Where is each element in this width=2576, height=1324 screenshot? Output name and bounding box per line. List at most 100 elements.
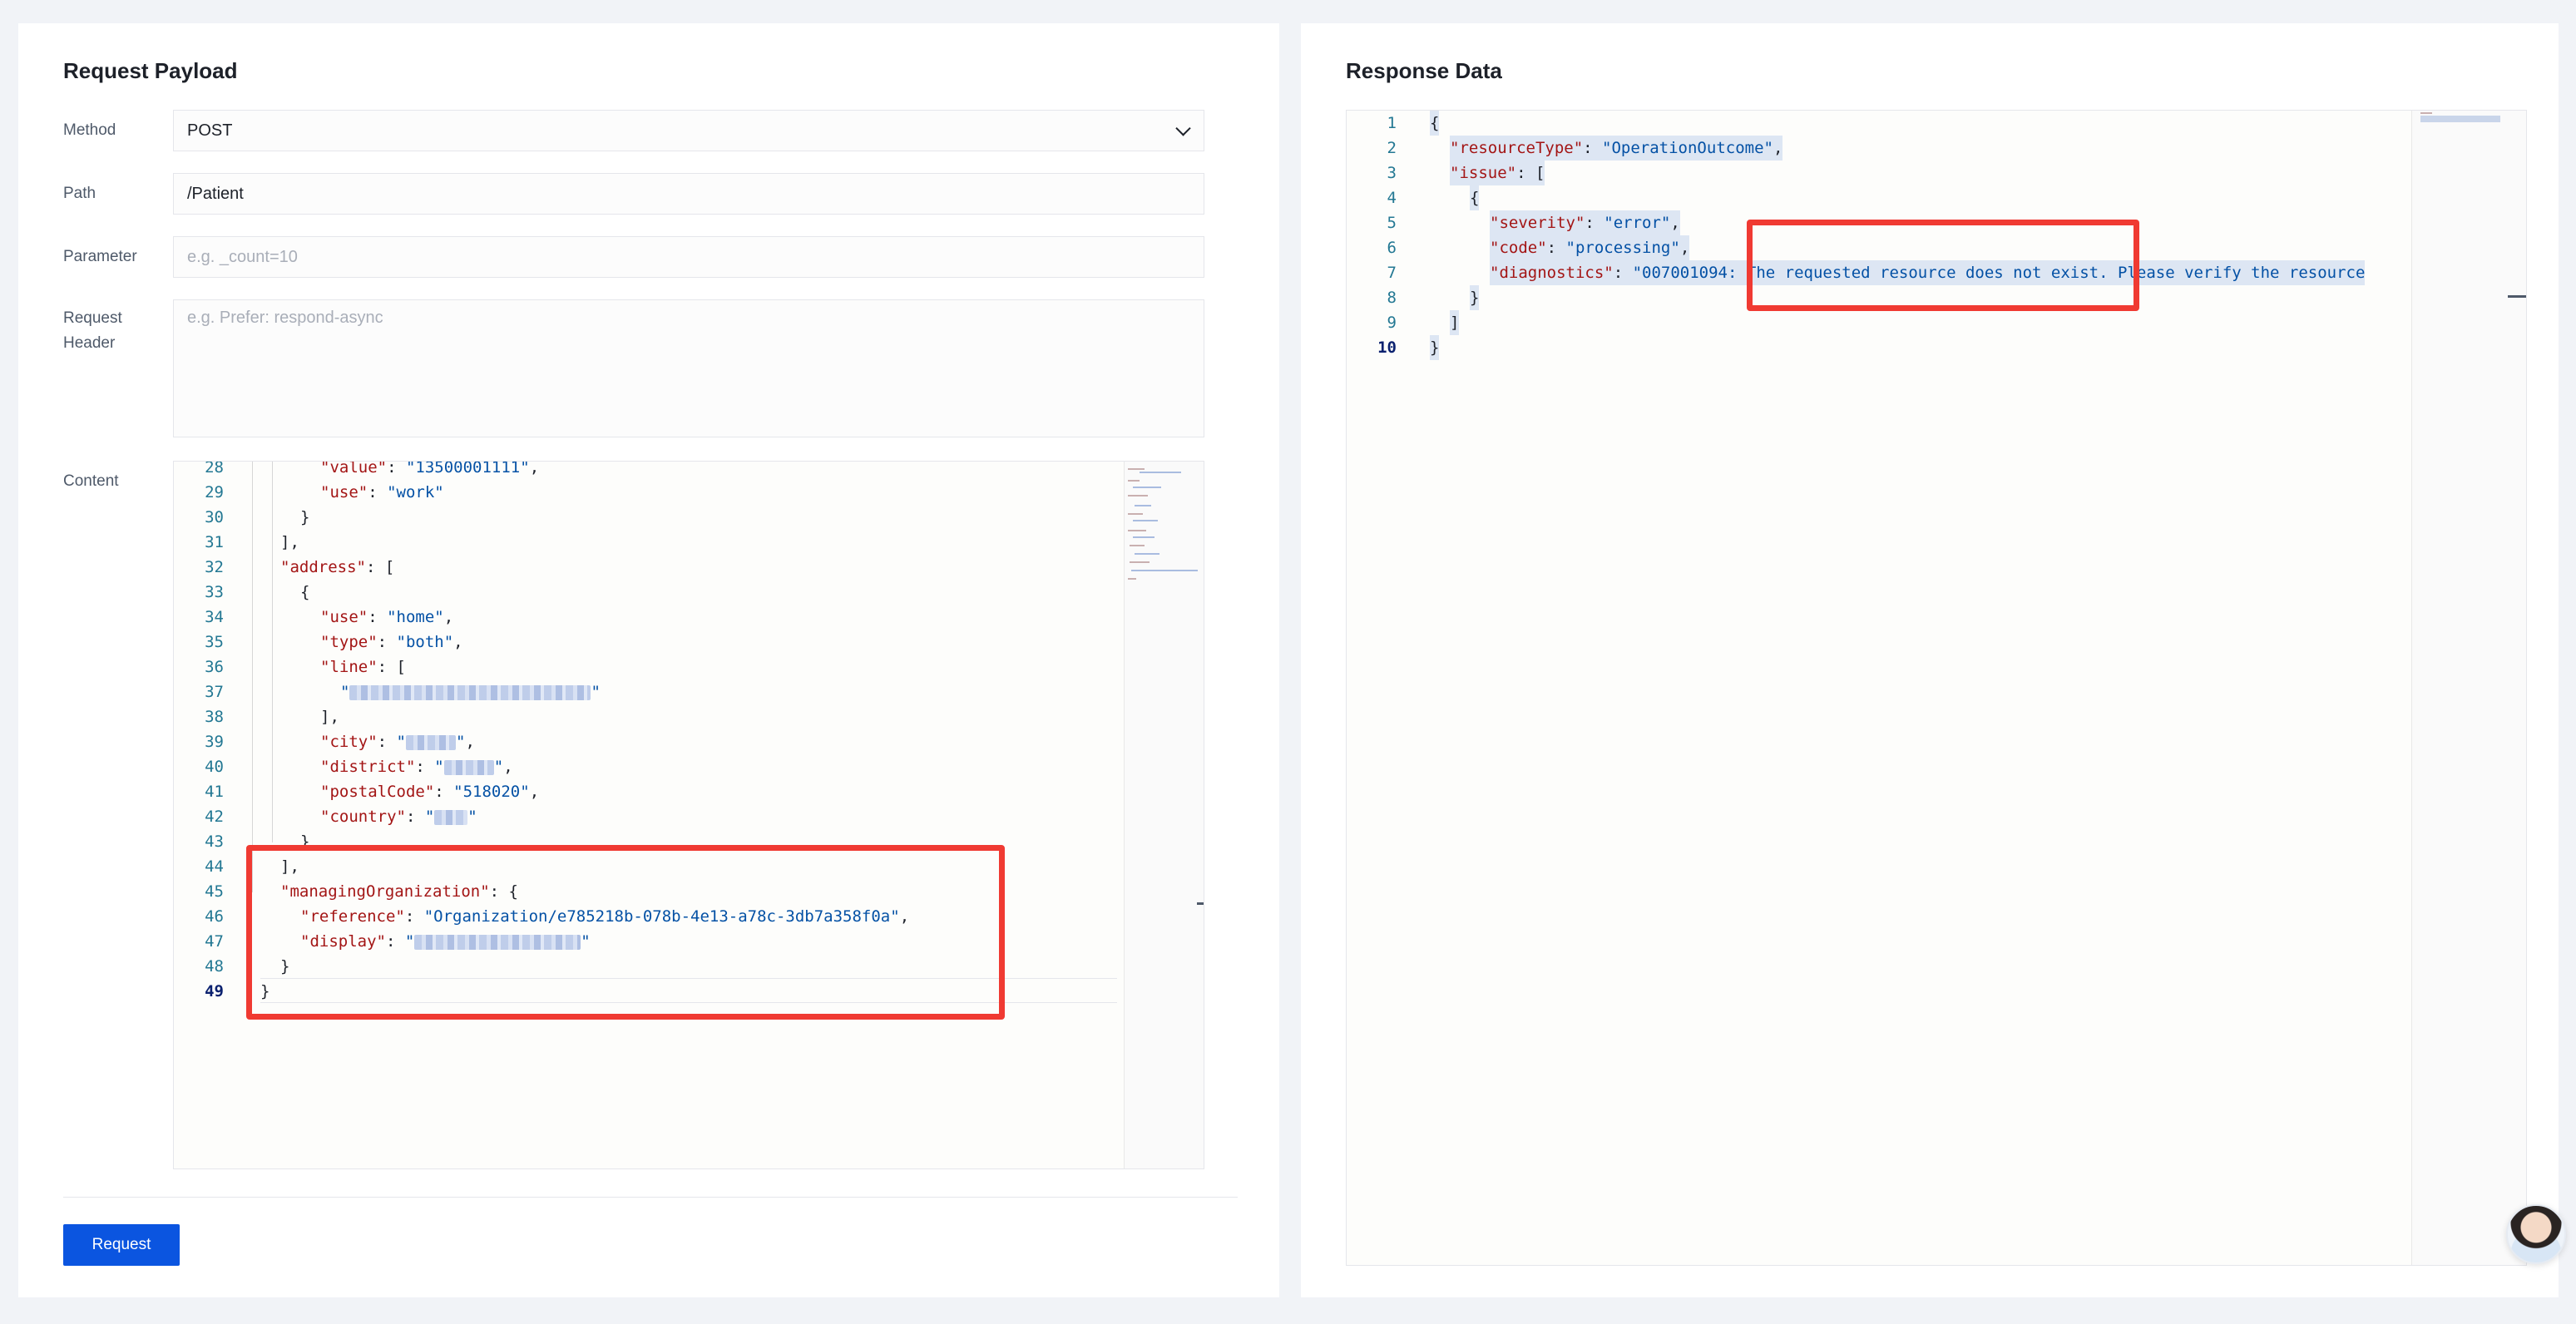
redacted-value	[434, 809, 468, 825]
path-input[interactable]: /Patient	[173, 173, 1204, 215]
form-divider	[63, 1197, 1238, 1198]
code-text: "city": " ",	[320, 733, 475, 751]
response-viewer[interactable]: 1 {2 "resourceType": "OperationOutcome", 3 "…	[1346, 110, 2527, 1266]
code-text: " "	[340, 683, 601, 701]
request-payload-panel: Request Payload Method POST Path /Patien…	[18, 23, 1279, 1297]
line-number: 3	[1387, 164, 1397, 182]
redacted-value	[414, 934, 581, 950]
content-label: Content	[63, 472, 119, 490]
code-line: 45 "managingOrganization": {	[174, 879, 1204, 904]
code-text: {	[1430, 111, 1440, 136]
code-text: }	[1470, 285, 1480, 310]
code-text: "district": " ",	[320, 758, 513, 776]
content-editor[interactable]: 28 "value": "13500001111", 29 "use": "work"…	[173, 461, 1204, 1169]
line-number: 6	[1387, 239, 1397, 257]
line-number: 32	[205, 558, 224, 576]
current-line-highlight	[260, 978, 1117, 1003]
line-number: 30	[205, 508, 224, 526]
line-number: 46	[205, 907, 224, 926]
code-line: 39 "city": " ",	[174, 729, 1204, 754]
code-line: 9]	[1347, 310, 2526, 335]
code-text: "postalCode": "518020",	[320, 783, 540, 801]
line-number: 5	[1387, 214, 1397, 232]
code-line: 38],	[174, 704, 1204, 729]
code-line: 29 "use": "work"	[174, 480, 1204, 505]
code-line: 28 "value": "13500001111",	[174, 461, 1204, 480]
redacted-value	[349, 684, 591, 700]
response-data-title: Response Data	[1346, 58, 1502, 83]
request-button[interactable]: Request	[63, 1224, 180, 1266]
code-line: 37 " "	[174, 679, 1204, 704]
code-line: 32 "address": [	[174, 555, 1204, 580]
code-text: }	[280, 957, 290, 976]
line-number: 35	[205, 633, 224, 651]
line-number: 48	[205, 957, 224, 976]
line-number: 33	[205, 583, 224, 601]
code-text: "value": "13500001111",	[320, 461, 540, 477]
code-line: 43}	[174, 829, 1204, 854]
line-number: 8	[1387, 289, 1397, 307]
code-text: ],	[320, 708, 339, 726]
code-text: {	[300, 583, 310, 601]
code-line: 30}	[174, 505, 1204, 530]
code-text: "severity": "error",	[1490, 210, 1680, 235]
method-select[interactable]: POST	[173, 110, 1204, 151]
code-line: 6 "code": "processing",	[1347, 235, 2526, 260]
code-line: 41 "postalCode": "518020",	[174, 779, 1204, 804]
line-number: 31	[205, 533, 224, 551]
code-line: 10}	[1347, 335, 2526, 360]
code-line: 42 "country": " "	[174, 804, 1204, 829]
line-number: 2	[1387, 139, 1397, 157]
code-text: ],	[280, 857, 299, 876]
assistant-avatar[interactable]	[2506, 1204, 2566, 1264]
line-number: 36	[205, 658, 224, 676]
code-line: 7 "diagnostics": "007001094: The requeste…	[1347, 260, 2526, 285]
line-number: 39	[205, 733, 224, 751]
code-line: 5 "severity": "error",	[1347, 210, 2526, 235]
code-text: "display": " "	[300, 932, 591, 951]
line-number: 1	[1387, 114, 1397, 132]
code-text: "use": "work"	[320, 483, 444, 501]
code-text: ],	[280, 533, 299, 551]
code-text: "reference": "Organization/e785218b-078b…	[300, 907, 910, 926]
request-header-input[interactable]: e.g. Prefer: respond-async	[173, 299, 1204, 437]
code-line: 47 "display": " "	[174, 929, 1204, 954]
path-label: Path	[63, 185, 96, 202]
code-line: 8}	[1347, 285, 2526, 310]
method-value: POST	[187, 121, 233, 140]
parameter-input[interactable]: e.g. _count=10	[173, 236, 1204, 278]
code-text: "address": [	[280, 558, 395, 576]
parameter-label: Parameter	[63, 248, 137, 265]
code-text: {	[1470, 185, 1480, 210]
redacted-value	[443, 759, 494, 775]
chevron-down-icon	[1175, 121, 1191, 136]
code-text: ]	[1450, 310, 1460, 335]
code-line: 36 "line": [	[174, 655, 1204, 679]
line-number: 47	[205, 932, 224, 951]
code-line: 2 "resourceType": "OperationOutcome",	[1347, 136, 2526, 161]
code-line: 3 "issue": [	[1347, 161, 2526, 185]
line-number: 41	[205, 783, 224, 801]
line-number: 38	[205, 708, 224, 726]
code-text: "line": [	[320, 658, 406, 676]
path-value: /Patient	[187, 184, 244, 203]
code-text: "resourceType": "OperationOutcome",	[1450, 136, 1783, 161]
line-number: 7	[1387, 264, 1397, 282]
method-label: Method	[63, 121, 116, 139]
code-text: }	[300, 508, 310, 526]
request-header-placeholder: e.g. Prefer: respond-async	[187, 309, 383, 327]
code-text: "diagnostics": "007001094: The requested…	[1490, 260, 2366, 285]
redacted-value	[405, 734, 456, 750]
code-line: 33 {	[174, 580, 1204, 605]
code-text: "code": "processing",	[1490, 235, 1690, 260]
request-payload-title: Request Payload	[63, 58, 238, 83]
line-number: 28	[205, 461, 224, 477]
response-data-panel: Response Data 1 {2 "resourceType": "Operat…	[1301, 23, 2559, 1297]
line-number: 4	[1387, 189, 1397, 207]
code-text: "country": " "	[320, 808, 477, 826]
code-line: 40 "district": " ",	[174, 754, 1204, 779]
code-text: "issue": [	[1450, 161, 1545, 185]
code-line: 48}	[174, 954, 1204, 979]
code-line: 49}	[174, 978, 1204, 1004]
code-text: }	[1430, 335, 1440, 360]
